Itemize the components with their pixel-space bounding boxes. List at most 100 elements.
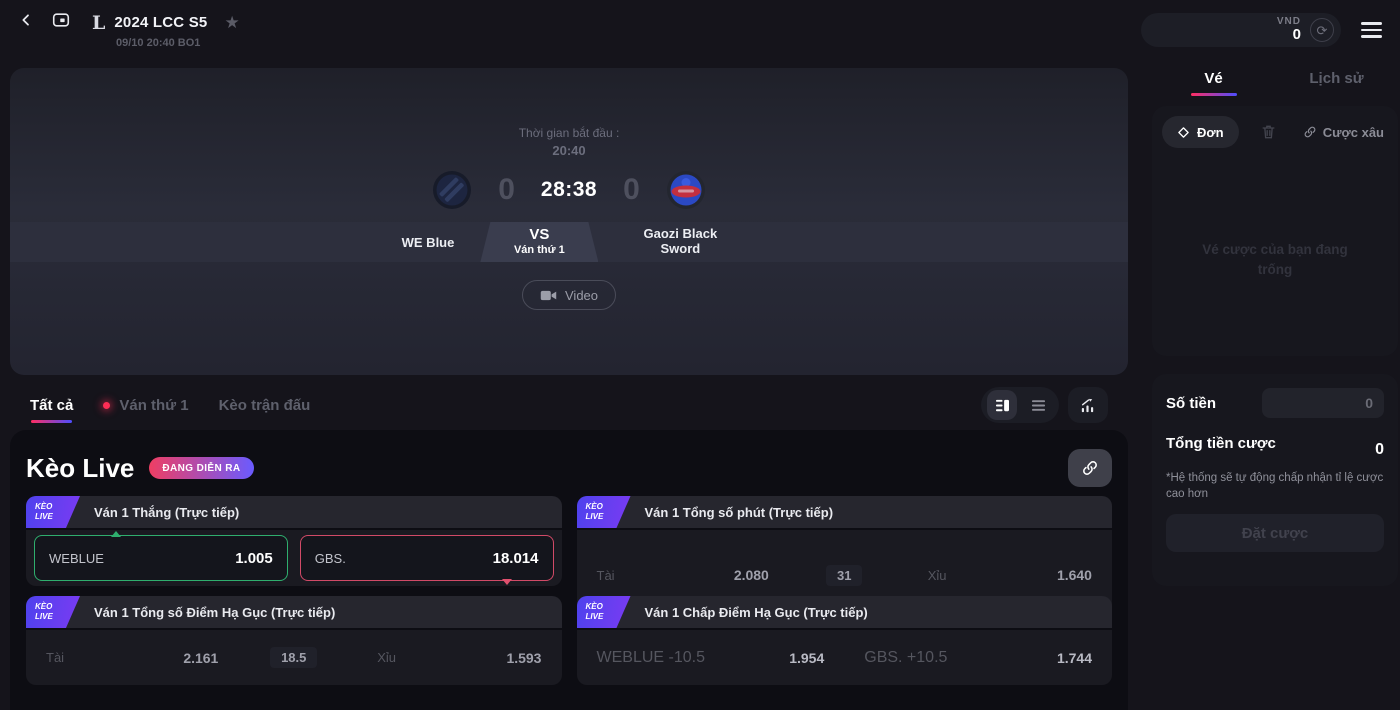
tab-match-odds[interactable]: Kèo trận đấu: [219, 397, 311, 414]
market-title: Ván 1 Tổng số phút (Trực tiếp): [645, 505, 834, 520]
team-logo-right: [666, 170, 706, 210]
selection-label: WEBLUE: [49, 551, 104, 566]
pip-button[interactable]: [52, 12, 70, 28]
clear-betslip-button[interactable]: [1255, 123, 1282, 141]
single-bet-label: Đơn: [1197, 125, 1224, 140]
under-odds[interactable]: 1.640: [989, 567, 1092, 583]
line-value: 18.5: [270, 647, 317, 668]
over-label: Tài: [46, 650, 149, 665]
ticket-panel: Đơn Cược xâu Vé cược của bạn đang trống: [1152, 106, 1398, 356]
market-title: Ván 1 Thắng (Trực tiếp): [94, 505, 239, 520]
amount-label: Số tiền: [1166, 395, 1216, 412]
tab-history[interactable]: Lịch sử: [1275, 70, 1398, 87]
keo-live-badge: KÈOLIVE: [577, 496, 631, 528]
tab-game-1[interactable]: Ván thứ 1: [119, 397, 188, 414]
score-right: 0: [623, 173, 640, 207]
odds-button-weblue[interactable]: WEBLUE 1.005: [34, 535, 288, 581]
under-label: Xỉu: [886, 568, 989, 583]
empty-betslip-text: Vé cược của bạn đang trống: [1162, 240, 1388, 279]
total-label: Tổng tiền cược: [1166, 435, 1286, 454]
back-button[interactable]: [18, 12, 34, 28]
vs-label: VS: [529, 226, 549, 244]
total-value: 0: [1375, 441, 1384, 459]
stats-button[interactable]: [1068, 387, 1108, 423]
over-odds[interactable]: 2.161: [149, 650, 252, 666]
list-view-button[interactable]: [1023, 390, 1053, 420]
menu-button[interactable]: [1361, 22, 1382, 38]
balance-value: 0: [1293, 27, 1301, 44]
video-camera-icon: [540, 289, 557, 302]
live-section-title: Kèo Live: [26, 453, 134, 484]
vs-chip: VS Ván thứ 1: [480, 222, 598, 262]
amount-input[interactable]: [1262, 388, 1384, 418]
market-cards-grid: KÈOLIVE Ván 1 Thắng (Trực tiếp) WEBLUE 1…: [26, 496, 1112, 651]
refresh-icon[interactable]: ⟳: [1310, 18, 1334, 42]
tab-all[interactable]: Tất cả: [30, 397, 73, 414]
vs-strip: WE Blue VS Ván thứ 1 Gaozi Black Sword: [10, 222, 1128, 262]
keo-live-badge: KÈOLIVE: [26, 596, 80, 628]
under-odds[interactable]: 1.593: [438, 650, 541, 666]
video-button[interactable]: Video: [522, 280, 616, 310]
match-title: 2024 LCC S5: [114, 14, 207, 31]
market-card-winner: KÈOLIVE Ván 1 Thắng (Trực tiếp) WEBLUE 1…: [26, 496, 562, 586]
parlay-tab[interactable]: Cược xâu: [1299, 119, 1388, 146]
selection-label: WEBLUE -10.5: [597, 649, 705, 667]
betslip-tabs: Vé Lịch sử: [1152, 70, 1398, 87]
chart-trend-icon: [1080, 398, 1097, 413]
grid-view-button[interactable]: [987, 390, 1017, 420]
market-card-kill-handicap: KÈOLIVE Ván 1 Chấp Điểm Hạ Gục (Trực tiế…: [577, 596, 1113, 651]
grid-view-icon: [995, 399, 1010, 412]
odds-value: 18.014: [493, 550, 539, 567]
tab-ticket[interactable]: Vé: [1152, 70, 1275, 87]
balance-pill[interactable]: VND 0 ⟳: [1141, 13, 1341, 47]
share-link-button[interactable]: [1068, 449, 1112, 487]
top-bar: L 2024 LCC S5 ★ 09/10 20:40 BO1 VND 0 ⟳: [0, 0, 1400, 60]
link-icon: [1081, 459, 1099, 477]
odds-down-indicator: [502, 579, 512, 585]
ticket-icon: [1177, 126, 1190, 139]
parlay-label: Cược xâu: [1323, 125, 1384, 140]
odds-value: 1.005: [235, 550, 273, 567]
scoreboard-panel: Thời gian bắt đầu : 20:40 0 28:38 0 WE B…: [10, 68, 1128, 375]
odds-up-indicator: [111, 531, 121, 537]
under-label: Xỉu: [335, 650, 438, 665]
link-icon: [1303, 125, 1317, 139]
handicap-selection-gbs[interactable]: GBS. +10.5 1.744: [844, 630, 1112, 685]
team-name-right: Gaozi Black Sword: [624, 227, 736, 257]
chevron-left-icon: [18, 12, 34, 28]
betting-app: L 2024 LCC S5 ★ 09/10 20:40 BO1 VND 0 ⟳ …: [0, 0, 1400, 710]
selection-label: GBS. +10.5: [864, 649, 947, 667]
favorite-star-icon[interactable]: ★: [224, 13, 239, 33]
market-title: Ván 1 Chấp Điểm Hạ Gục (Trực tiếp): [645, 605, 868, 620]
keo-live-badge: KÈOLIVE: [26, 496, 80, 528]
place-bet-button[interactable]: Đặt cược: [1166, 514, 1384, 552]
handicap-selection-weblue[interactable]: WEBLUE -10.5 1.954: [577, 630, 845, 685]
market-card-total-minutes: KÈOLIVE Ván 1 Tổng số phút (Trực tiếp) T…: [577, 496, 1113, 586]
market-title: Ván 1 Tổng số Điểm Hạ Gục (Trực tiếp): [94, 605, 335, 620]
live-odds-panel: Kèo Live ĐANG DIỄN RA KÈOLIVE Ván 1 Thắn…: [10, 430, 1128, 710]
start-time-value: 20:40: [10, 143, 1128, 158]
odds-value: 1.744: [1057, 650, 1092, 666]
match-subtitle: 09/10 20:40 BO1: [116, 37, 240, 49]
view-toggle: [981, 387, 1059, 423]
odds-value: 1.954: [789, 650, 824, 666]
bet-amount-panel: Số tiền Tổng tiền cược 0 *Hệ thống sẽ tự…: [1152, 374, 1398, 586]
game-number-label: Ván thứ 1: [514, 244, 565, 257]
line-value: 31: [826, 565, 862, 586]
team-name-left: WE Blue: [402, 235, 455, 250]
selection-label: GBS.: [315, 551, 346, 566]
score-left: 0: [498, 173, 515, 207]
odds-button-gbs[interactable]: GBS. 18.014: [300, 535, 554, 581]
over-label: Tài: [597, 568, 700, 583]
over-odds[interactable]: 2.080: [700, 567, 803, 583]
keo-live-badge: KÈOLIVE: [577, 596, 631, 628]
team-logo-left: [432, 170, 472, 210]
trash-icon: [1261, 124, 1276, 140]
live-status-badge: ĐANG DIỄN RA: [149, 457, 253, 479]
live-dot-icon: [103, 402, 110, 409]
market-card-total-kills: KÈOLIVE Ván 1 Tổng số Điểm Hạ Gục (Trực …: [26, 596, 562, 651]
single-bet-button[interactable]: Đơn: [1162, 116, 1239, 148]
auto-accept-note: *Hệ thống sẽ tự động chấp nhận tỉ lệ cượ…: [1166, 470, 1384, 502]
list-view-icon: [1031, 399, 1046, 412]
match-clock: 28:38: [541, 178, 597, 202]
